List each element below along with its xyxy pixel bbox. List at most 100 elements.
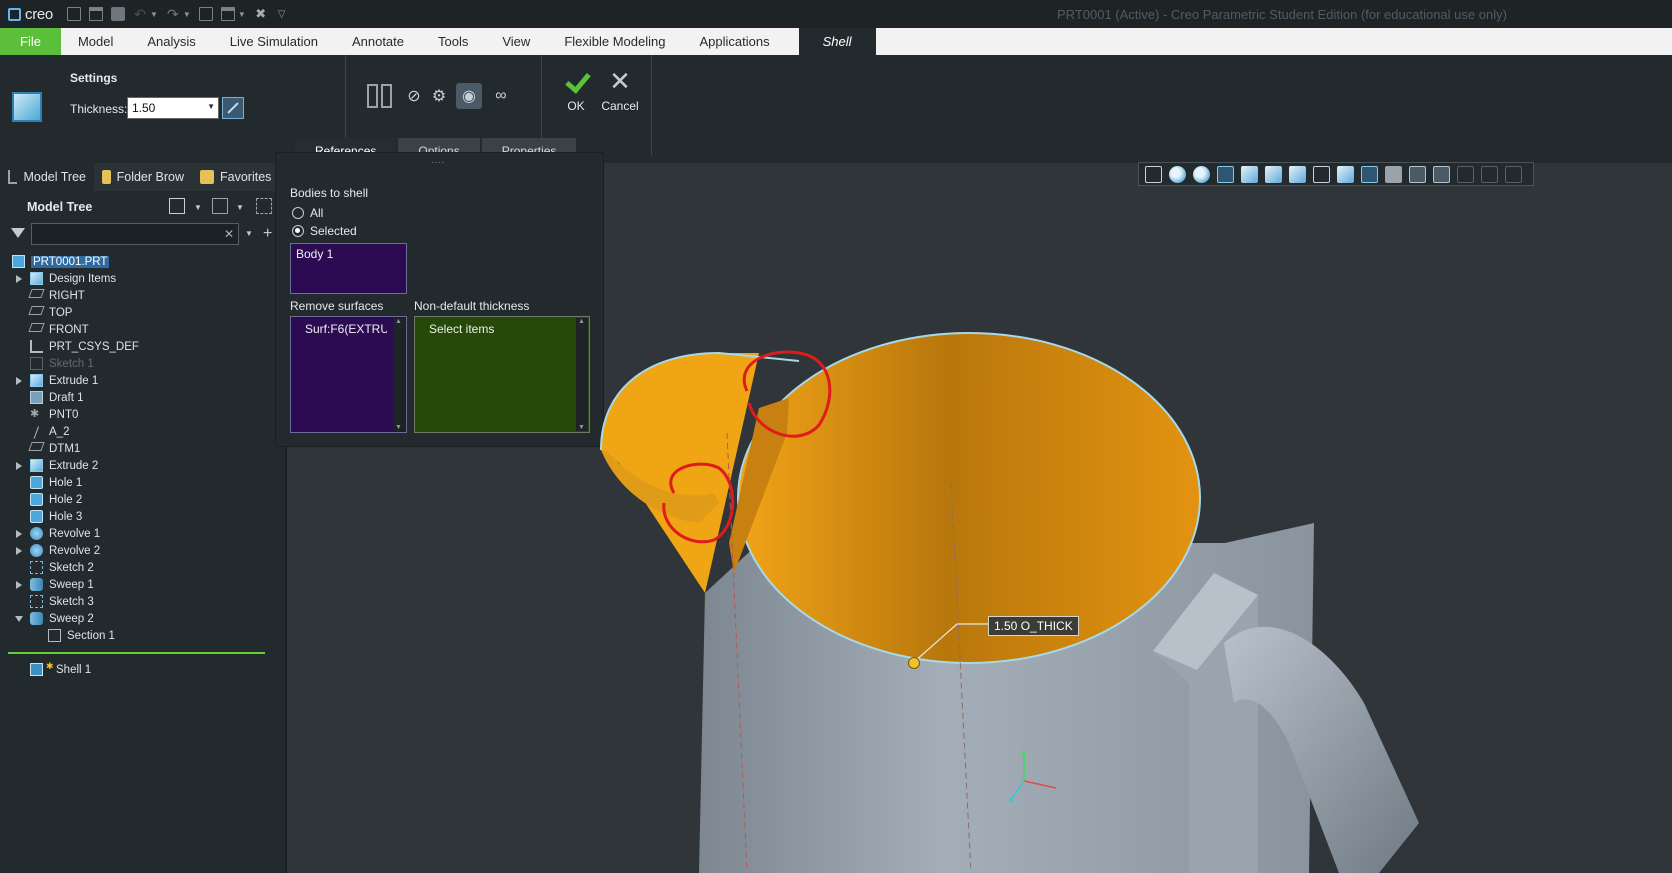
tree-item[interactable]: TOP: [0, 304, 287, 321]
show-icon[interactable]: [212, 198, 228, 214]
tree-item[interactable]: Revolve 2: [0, 542, 287, 559]
spin-center-icon[interactable]: [1433, 165, 1450, 183]
tree-item[interactable]: Hole 2: [0, 491, 287, 508]
menu-tab-file[interactable]: File: [0, 28, 61, 55]
thickness-label: Thickness:: [70, 102, 128, 116]
tree-item[interactable]: Sketch 1: [0, 355, 287, 372]
expand-arrow-icon[interactable]: [16, 546, 22, 555]
tab-folder-browser[interactable]: Folder Brow: [94, 163, 192, 191]
expand-arrow-icon[interactable]: [16, 580, 22, 589]
tree-item[interactable]: Extrude 2: [0, 457, 287, 474]
tab-model-tree[interactable]: Model Tree: [0, 163, 94, 191]
new-file-icon[interactable]: [66, 7, 81, 21]
thickness-input[interactable]: 1.50 ▼: [127, 97, 219, 119]
menu-tab-applications[interactable]: Applications: [682, 28, 786, 55]
menu-tab-analysis[interactable]: Analysis: [130, 28, 212, 55]
preview-gear-icon[interactable]: ⚙: [426, 83, 452, 109]
tree-filter-icon[interactable]: [256, 198, 272, 214]
tree-item[interactable]: Draft 1: [0, 389, 287, 406]
tree-item[interactable]: Hole 1: [0, 474, 287, 491]
verify-glasses-icon[interactable]: ∞: [488, 83, 514, 109]
open-file-icon[interactable]: [88, 7, 103, 21]
menu-tab-model[interactable]: Model: [61, 28, 130, 55]
tree-item[interactable]: Sweep 1: [0, 576, 287, 593]
chevron-down-icon[interactable]: ▼: [194, 203, 202, 212]
add-column-icon[interactable]: +: [263, 225, 272, 243]
expand-arrow-icon[interactable]: [16, 376, 22, 385]
menu-tab-flexible-modeling[interactable]: Flexible Modeling: [547, 28, 682, 55]
repaint-icon[interactable]: [1217, 165, 1234, 183]
graphics-window[interactable]: [289, 163, 1672, 873]
close-window-icon[interactable]: ✖: [254, 7, 268, 21]
tree-item[interactable]: RIGHT: [0, 287, 287, 304]
annotation-orientation-icon[interactable]: [1505, 165, 1522, 183]
zoom-in-icon[interactable]: [1169, 165, 1186, 183]
redo-icon[interactable]: ↷: [166, 7, 180, 21]
expand-arrow-icon[interactable]: [16, 529, 22, 538]
datum-display-icon[interactable]: [1385, 165, 1402, 183]
appearance-icon[interactable]: [1361, 165, 1378, 183]
tree-item[interactable]: Extrude 1: [0, 372, 287, 389]
chevron-down-icon[interactable]: ▼: [207, 102, 215, 111]
tree-item[interactable]: Sweep 2: [0, 610, 287, 627]
saved-orientations-icon[interactable]: [1265, 165, 1282, 183]
display-style-icon[interactable]: [1241, 165, 1258, 183]
ok-button[interactable]: OK: [556, 69, 596, 113]
tree-item[interactable]: Hole 3: [0, 508, 287, 525]
tree-item[interactable]: Sketch 3: [0, 593, 287, 610]
tree-item[interactable]: PRT0001.PRT: [0, 253, 287, 270]
refit-icon[interactable]: [1145, 165, 1162, 183]
collapse-arrow-icon[interactable]: [15, 615, 23, 622]
tree-item[interactable]: Sketch 2: [0, 559, 287, 576]
pause-icon[interactable]: [366, 83, 392, 109]
tree-item-label: Sketch 2: [49, 561, 94, 574]
preview-off-icon[interactable]: ⊘: [401, 83, 427, 109]
animation-icon[interactable]: [1457, 165, 1474, 183]
view-manager-icon[interactable]: [1289, 165, 1306, 183]
tree-item[interactable]: Design Items: [0, 270, 287, 287]
section-view-icon[interactable]: [1337, 165, 1354, 183]
windows-icon[interactable]: [220, 7, 235, 21]
customize-toolbar-icon[interactable]: ▽: [278, 9, 286, 20]
tree-item[interactable]: Revolve 1: [0, 525, 287, 542]
insert-indicator[interactable]: [8, 652, 265, 654]
thickness-drag-handle[interactable]: [908, 657, 920, 669]
pause-animation-icon[interactable]: [1481, 165, 1498, 183]
windows-dropdown-icon[interactable]: ▼: [238, 10, 246, 19]
menu-tab-tools[interactable]: Tools: [421, 28, 485, 55]
chevron-down-icon[interactable]: ▼: [245, 229, 253, 238]
annotation-display-icon[interactable]: [1409, 165, 1426, 183]
tree-item[interactable]: A_2: [0, 423, 287, 440]
new-feature-item[interactable]: ✱ Shell 1: [0, 661, 287, 678]
menu-tab-annotate[interactable]: Annotate: [335, 28, 421, 55]
tree-item[interactable]: FRONT: [0, 321, 287, 338]
expand-arrow-icon[interactable]: [16, 461, 22, 470]
flip-thickness-icon[interactable]: [222, 97, 244, 119]
menu-tab-live-simulation[interactable]: Live Simulation: [213, 28, 335, 55]
tree-item[interactable]: DTM1: [0, 440, 287, 457]
tree-item[interactable]: Section 1: [0, 627, 287, 644]
perspective-icon[interactable]: [1313, 165, 1330, 183]
zoom-out-icon[interactable]: [1193, 165, 1210, 183]
tree-search-input[interactable]: [31, 223, 239, 245]
tab-favorites[interactable]: Favorites: [192, 163, 282, 191]
clear-search-icon[interactable]: ✕: [224, 227, 234, 241]
filter-icon[interactable]: [11, 228, 25, 238]
expand-arrow-icon[interactable]: [16, 274, 22, 283]
undo-dropdown-icon[interactable]: ▼: [150, 10, 158, 19]
cancel-button[interactable]: ✕ Cancel: [598, 68, 642, 113]
undo-icon[interactable]: ↶: [133, 7, 147, 21]
redo-dropdown-icon[interactable]: ▼: [183, 10, 191, 19]
chevron-down-icon[interactable]: ▼: [236, 203, 244, 212]
model-view[interactable]: [289, 163, 1672, 873]
save-icon[interactable]: [110, 7, 125, 21]
tab-favorites-label: Favorites: [220, 170, 272, 184]
tree-item[interactable]: ✱ PNT0: [0, 406, 287, 423]
preview-glasses-active-icon[interactable]: ◉: [456, 83, 482, 109]
tree-item[interactable]: PRT_CSYS_DEF: [0, 338, 287, 355]
tree-settings-icon[interactable]: [169, 198, 185, 214]
menu-tab-view[interactable]: View: [485, 28, 547, 55]
thickness-dimension-label[interactable]: 1.50 O_THICK: [988, 616, 1079, 636]
regenerate-icon[interactable]: [198, 7, 213, 21]
menu-tab-shell[interactable]: Shell: [798, 28, 876, 55]
